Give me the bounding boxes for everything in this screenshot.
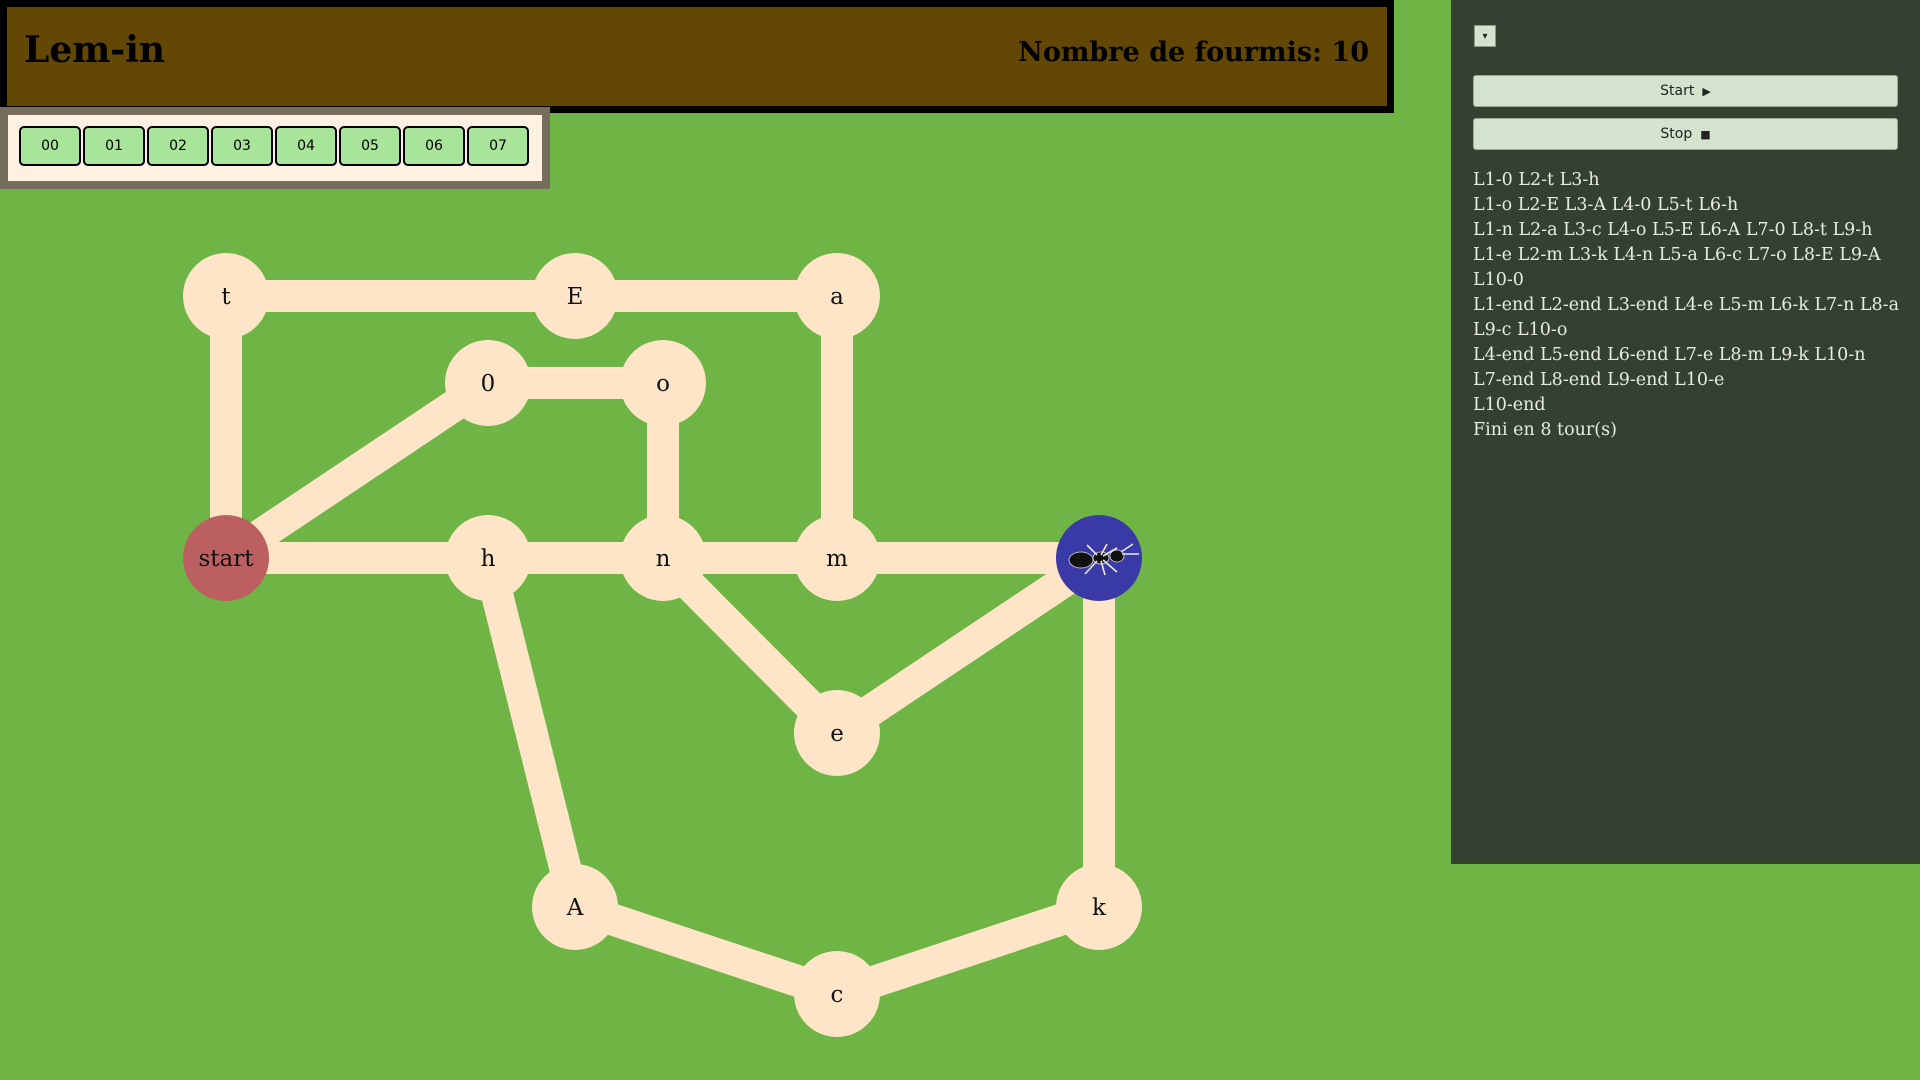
room-label: A	[566, 895, 584, 921]
room-a[interactable]: a	[794, 253, 880, 339]
room-e[interactable]: e	[794, 690, 880, 776]
link-0-start	[217, 369, 497, 572]
log-line: L10-end	[1473, 395, 1546, 415]
log-line: L7-end L8-end L9-end L10-e	[1473, 370, 1725, 390]
room-label: c	[831, 982, 844, 1008]
room-c[interactable]: c	[794, 951, 880, 1037]
room-n[interactable]: n	[620, 515, 706, 601]
room-label: E	[567, 284, 584, 310]
room-label: h	[481, 546, 496, 572]
turn-button-04[interactable]: 04	[275, 126, 337, 166]
log-line: L1-o L2-E L3-A L4-0 L5-t L6-h	[1473, 195, 1739, 215]
room-E[interactable]: E	[532, 253, 618, 339]
stop-icon: ■	[1700, 127, 1711, 141]
chevron-down-icon: ▾	[1482, 30, 1488, 42]
log-line: L4-end L5-end L6-end L7-e L8-m L9-k L10-…	[1473, 345, 1866, 365]
stop-button[interactable]: Stop ■	[1473, 118, 1898, 150]
log-line: L1-0 L2-t L3-h	[1473, 170, 1600, 190]
start-room[interactable]: start	[183, 515, 269, 601]
turn-button-02[interactable]: 02	[147, 126, 209, 166]
turn-button-05[interactable]: 05	[339, 126, 401, 166]
room-o[interactable]: o	[620, 340, 706, 426]
app-title: Lem-in	[24, 29, 166, 71]
room-label: t	[221, 284, 231, 310]
log-line: L1-end L2-end L3-end L4-e L5-m L6-k L7-n…	[1473, 295, 1900, 340]
room-k[interactable]: k	[1056, 864, 1142, 950]
room-t[interactable]: t	[183, 253, 269, 339]
room-label: n	[656, 546, 671, 572]
turn-button-07[interactable]: 07	[467, 126, 529, 166]
moves-log: L1-0 L2-t L3-h L1-o L2-E L3-A L4-0 L5-t …	[1473, 168, 1903, 443]
log-line: L1-n L2-a L3-c L4-o L5-E L6-A L7-0 L8-t …	[1473, 220, 1873, 240]
start-button-label: Start	[1660, 83, 1695, 99]
room-label: o	[656, 371, 670, 397]
room-m[interactable]: m	[794, 515, 880, 601]
turn-selector: 00 01 02 03 04 05 06 07	[8, 115, 542, 181]
sidebar: ▾ Start ▶ Stop ■ L1-0 L2-t L3-h L1-o L2-…	[1451, 0, 1920, 864]
room-0[interactable]: 0	[445, 340, 531, 426]
turn-button-00[interactable]: 00	[19, 126, 81, 166]
header-bar: Lem-in Nombre de fourmis: 10	[0, 0, 1394, 113]
log-line: L1-e L2-m L3-k L4-n L5-a L6-c L7-o L8-E …	[1473, 245, 1881, 290]
room-label: 0	[481, 371, 496, 397]
room-label: e	[830, 721, 844, 747]
play-icon: ▶	[1702, 84, 1711, 98]
stop-button-label: Stop	[1660, 126, 1693, 142]
turn-selector-panel: 00 01 02 03 04 05 06 07	[0, 107, 550, 189]
turn-button-03[interactable]: 03	[211, 126, 273, 166]
log-summary: Fini en 8 tour(s)	[1473, 420, 1617, 440]
link-e-end	[828, 544, 1108, 747]
room-label: k	[1092, 895, 1107, 921]
collapse-button[interactable]: ▾	[1474, 25, 1496, 47]
turn-button-06[interactable]: 06	[403, 126, 465, 166]
room-h[interactable]: h	[445, 515, 531, 601]
room-label: start	[199, 546, 255, 572]
room-label: a	[830, 284, 844, 310]
turn-button-01[interactable]: 01	[83, 126, 145, 166]
room-label: m	[826, 546, 848, 572]
start-button[interactable]: Start ▶	[1473, 75, 1898, 107]
ant-count-label: Nombre de fourmis: 10	[1018, 37, 1369, 68]
room-A[interactable]: A	[532, 864, 618, 950]
link-h-A	[472, 554, 591, 911]
end-room[interactable]	[1056, 515, 1142, 601]
